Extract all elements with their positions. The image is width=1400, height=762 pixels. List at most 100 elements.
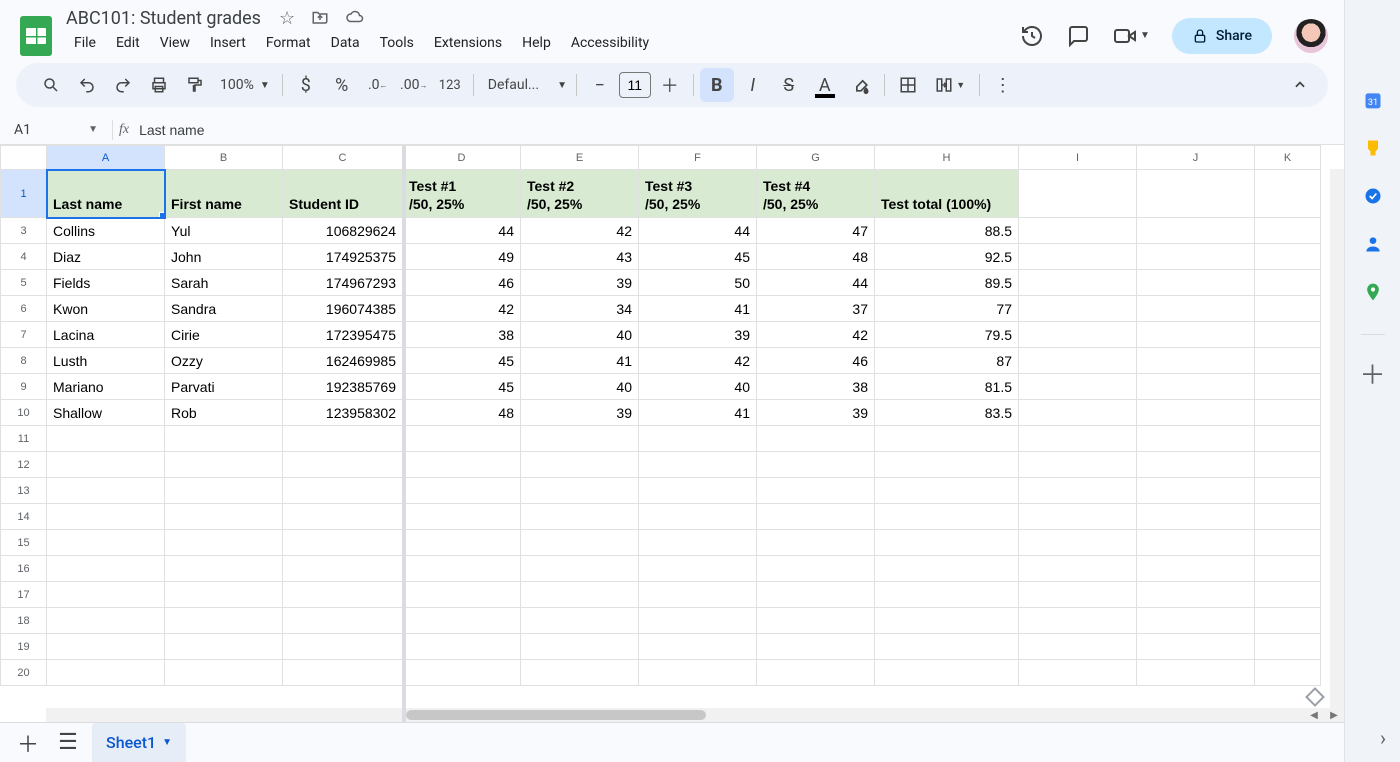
row-header[interactable]: 16 bbox=[1, 556, 47, 582]
cell[interactable]: Lusth bbox=[47, 348, 165, 374]
cell[interactable] bbox=[757, 452, 875, 478]
cell[interactable]: Lacina bbox=[47, 322, 165, 348]
borders-button[interactable] bbox=[891, 68, 925, 102]
cell[interactable] bbox=[1137, 426, 1255, 452]
cell[interactable]: 41 bbox=[521, 348, 639, 374]
menu-file[interactable]: File bbox=[66, 31, 104, 55]
cell[interactable]: 174967293 bbox=[283, 270, 403, 296]
cell[interactable]: 92.5 bbox=[875, 244, 1019, 270]
spreadsheet-grid[interactable]: ABCDEFGHIJK1Last nameFirst nameStudent I… bbox=[0, 145, 1344, 722]
cell[interactable] bbox=[47, 478, 165, 504]
cell[interactable] bbox=[403, 426, 521, 452]
cell[interactable]: Ozzy bbox=[165, 348, 283, 374]
cell[interactable] bbox=[1255, 244, 1321, 270]
row-header[interactable]: 15 bbox=[1, 530, 47, 556]
decrease-font-icon[interactable]: − bbox=[583, 68, 617, 102]
text-color-button[interactable]: A bbox=[808, 68, 842, 102]
cell[interactable] bbox=[1255, 348, 1321, 374]
cell[interactable]: 34 bbox=[521, 296, 639, 322]
cell[interactable]: Test #4/50, 25% bbox=[757, 170, 875, 218]
cell[interactable]: 77 bbox=[875, 296, 1019, 322]
cell[interactable]: 45 bbox=[403, 348, 521, 374]
row-header[interactable]: 19 bbox=[1, 634, 47, 660]
cell[interactable]: 123958302 bbox=[283, 400, 403, 426]
cell[interactable] bbox=[757, 530, 875, 556]
cell[interactable]: 79.5 bbox=[875, 322, 1019, 348]
cell[interactable]: Collins bbox=[47, 218, 165, 244]
contacts-icon[interactable] bbox=[1363, 234, 1383, 254]
tasks-icon[interactable] bbox=[1363, 186, 1383, 206]
cell[interactable]: Fields bbox=[47, 270, 165, 296]
cell[interactable]: 39 bbox=[521, 270, 639, 296]
cell[interactable] bbox=[1255, 426, 1321, 452]
cell[interactable] bbox=[1019, 374, 1137, 400]
cell[interactable] bbox=[283, 504, 403, 530]
cell[interactable]: 49 bbox=[403, 244, 521, 270]
cell[interactable] bbox=[47, 530, 165, 556]
cell[interactable] bbox=[639, 634, 757, 660]
menu-tools[interactable]: Tools bbox=[372, 31, 422, 55]
cell[interactable] bbox=[1255, 660, 1321, 686]
name-box[interactable]: A1▼ bbox=[6, 115, 106, 144]
more-formats-icon[interactable]: 123 bbox=[433, 68, 467, 102]
cell[interactable] bbox=[403, 478, 521, 504]
cell[interactable] bbox=[1019, 426, 1137, 452]
cell[interactable] bbox=[1255, 218, 1321, 244]
cell[interactable] bbox=[403, 634, 521, 660]
font-family-select[interactable]: Defaul...▼ bbox=[480, 77, 570, 93]
cell[interactable] bbox=[1137, 582, 1255, 608]
cell[interactable] bbox=[403, 556, 521, 582]
cell[interactable] bbox=[403, 504, 521, 530]
column-header[interactable]: K bbox=[1255, 146, 1321, 170]
row-header[interactable]: 11 bbox=[1, 426, 47, 452]
row-header[interactable]: 10 bbox=[1, 400, 47, 426]
cell[interactable]: 83.5 bbox=[875, 400, 1019, 426]
cell[interactable]: 50 bbox=[639, 270, 757, 296]
cell[interactable] bbox=[521, 452, 639, 478]
cell[interactable] bbox=[757, 426, 875, 452]
calendar-icon[interactable]: 31 bbox=[1363, 90, 1383, 110]
cell[interactable] bbox=[165, 660, 283, 686]
cell[interactable]: 40 bbox=[521, 374, 639, 400]
cell[interactable] bbox=[47, 660, 165, 686]
cell[interactable] bbox=[757, 504, 875, 530]
cell[interactable] bbox=[1137, 608, 1255, 634]
cell[interactable] bbox=[165, 478, 283, 504]
cell[interactable] bbox=[403, 608, 521, 634]
fx-icon[interactable]: fx bbox=[119, 122, 129, 138]
cell[interactable]: 44 bbox=[639, 218, 757, 244]
strikethrough-button[interactable]: S bbox=[772, 68, 806, 102]
print-icon[interactable] bbox=[142, 68, 176, 102]
cell[interactable]: Last name bbox=[47, 170, 165, 218]
cell[interactable] bbox=[283, 530, 403, 556]
cell[interactable]: Test #1/50, 25% bbox=[403, 170, 521, 218]
cell[interactable]: Test total (100%) bbox=[875, 170, 1019, 218]
cell[interactable] bbox=[757, 634, 875, 660]
cell[interactable] bbox=[1255, 374, 1321, 400]
cell[interactable]: First name bbox=[165, 170, 283, 218]
cell[interactable] bbox=[757, 660, 875, 686]
redo-icon[interactable] bbox=[106, 68, 140, 102]
paint-format-icon[interactable] bbox=[178, 68, 212, 102]
star-icon[interactable]: ☆ bbox=[279, 8, 295, 29]
cell[interactable] bbox=[875, 582, 1019, 608]
menu-data[interactable]: Data bbox=[323, 31, 368, 55]
formula-input[interactable]: Last name bbox=[139, 122, 204, 138]
cell[interactable] bbox=[1255, 296, 1321, 322]
bold-button[interactable]: B bbox=[700, 68, 734, 102]
row-header[interactable]: 13 bbox=[1, 478, 47, 504]
cell[interactable]: 172395475 bbox=[283, 322, 403, 348]
cell[interactable] bbox=[639, 478, 757, 504]
cell[interactable]: 38 bbox=[403, 322, 521, 348]
cell[interactable] bbox=[639, 504, 757, 530]
cell[interactable]: 45 bbox=[639, 244, 757, 270]
history-icon[interactable] bbox=[1020, 24, 1044, 48]
cell[interactable] bbox=[1137, 322, 1255, 348]
italic-button[interactable]: I bbox=[736, 68, 770, 102]
cell[interactable]: 48 bbox=[757, 244, 875, 270]
cell[interactable]: Sarah bbox=[165, 270, 283, 296]
menu-insert[interactable]: Insert bbox=[202, 31, 254, 55]
cell[interactable] bbox=[875, 478, 1019, 504]
cell[interactable]: 37 bbox=[757, 296, 875, 322]
cell[interactable] bbox=[1019, 478, 1137, 504]
